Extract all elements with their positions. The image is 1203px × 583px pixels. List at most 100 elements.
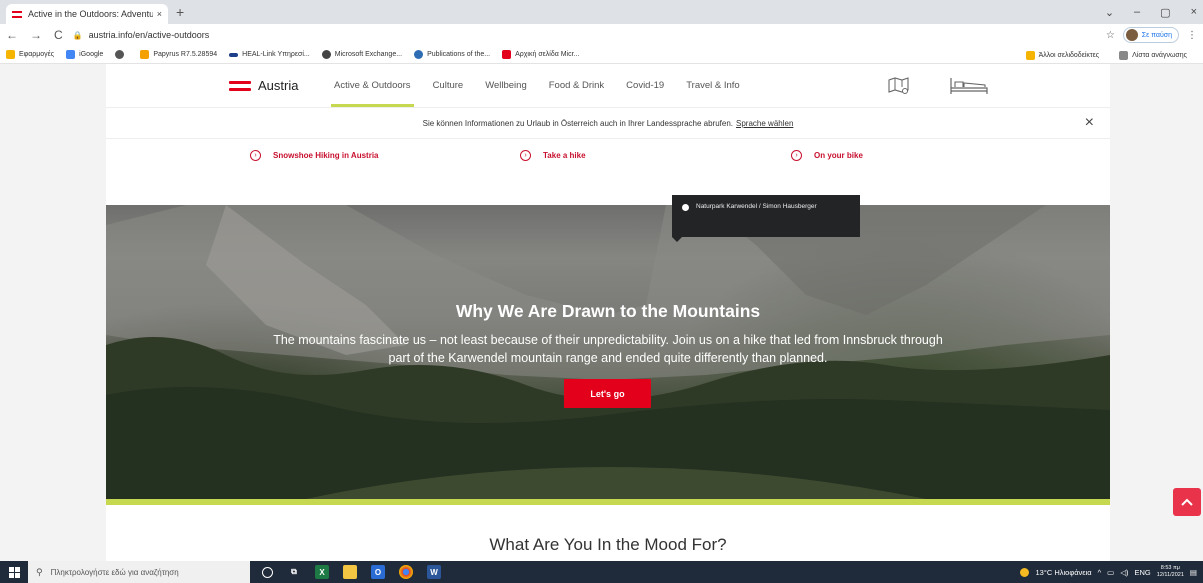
nav-buttons: ← → C [6, 28, 63, 42]
logo-text: Austria [258, 78, 299, 93]
page-content: Austria Active & Outdoors Culture Wellbe… [106, 64, 1110, 561]
heal-link-icon [229, 52, 239, 57]
austria-logo[interactable]: Austria [229, 78, 298, 93]
tab-search-icon[interactable]: ⌄ [1105, 6, 1114, 19]
tab-close-icon[interactable]: × [157, 9, 162, 19]
weather-sun-icon [1020, 567, 1030, 577]
back-arrow-icon[interactable]: ← [6, 28, 18, 42]
clock-time: 8:53 πμ [1160, 565, 1180, 571]
bookmark-star-icon[interactable]: ☆ [1106, 30, 1115, 41]
volume-icon[interactable]: ◁) [1120, 568, 1128, 577]
chrome-app-icon[interactable] [399, 565, 413, 579]
bookmark-igoogle[interactable]: iGoogle [66, 50, 103, 59]
search-icon: ⚲ [36, 566, 43, 577]
globe-icon [321, 50, 331, 59]
bookmark-publications[interactable]: Publications of the... [414, 50, 490, 59]
cortana-icon[interactable] [262, 566, 273, 578]
bookmark-apps[interactable]: Εφαρμογές [6, 50, 54, 59]
lock-icon[interactable]: 🔒 [73, 31, 83, 40]
bookmark-heal-link[interactable]: HEAL-Link Υπηρεσί... [229, 51, 310, 58]
window-controls: ⌄ – ▢ × [1105, 0, 1203, 24]
clock[interactable]: 8:53 πμ 12/11/2021 [1157, 565, 1184, 579]
windows-start-button[interactable] [0, 566, 28, 578]
main-menu: Active & Outdoors Culture Wellbeing Food… [323, 64, 751, 107]
reload-icon[interactable]: C [54, 28, 63, 42]
outlook-app-icon[interactable]: O [371, 565, 385, 579]
chevron-right-icon: › [250, 150, 261, 161]
bed-icon[interactable] [949, 76, 989, 96]
map-icon[interactable] [887, 76, 911, 96]
hero-accent-bar [106, 499, 1110, 505]
search-placeholder: Πληκτρολογήστε εδώ για αναζήτηση [50, 567, 179, 577]
notifications-icon[interactable]: ▤ [1190, 568, 1197, 577]
language-indicator[interactable]: ENG [1135, 568, 1151, 577]
maximize-button[interactable]: ▢ [1160, 6, 1170, 19]
bookmark-globe[interactable] [115, 50, 128, 59]
quick-links: › Snowshoe Hiking in Austria › Take a hi… [106, 139, 1110, 173]
menu-covid-19[interactable]: Covid-19 [626, 64, 664, 107]
url-text[interactable]: austria.info/en/active-outdoors [89, 30, 210, 40]
bookmarks-right: Άλλοι σελιδοδείκτες Λίστα ανάγνωσης [1025, 46, 1203, 63]
publications-icon [414, 50, 424, 59]
office-icon [502, 50, 512, 59]
bookmark-microsoft[interactable]: Αρχική σελίδα Micr... [502, 50, 579, 59]
quick-link-label: Take a hike [543, 151, 586, 160]
avatar [1125, 29, 1138, 41]
quick-link-snowshoe[interactable]: › Snowshoe Hiking in Austria [250, 150, 379, 161]
quick-link-label: Snowshoe Hiking in Austria [273, 151, 379, 160]
minimize-button[interactable]: – [1134, 6, 1140, 18]
bookmarks-bar: Εφαρμογές iGoogle Papyrus R7.5.28594 HEA… [0, 46, 1203, 64]
menu-active-outdoors[interactable]: Active & Outdoors [331, 64, 414, 107]
hero-banner: Why We Are Drawn to the Mountains The mo… [106, 205, 1110, 499]
new-tab-button[interactable]: + [176, 4, 184, 20]
photo-credit-tooltip: Naturpark Karwendel / Simon Hausberger [672, 195, 860, 242]
word-app-icon[interactable]: W [427, 565, 441, 579]
file-explorer-icon[interactable] [343, 565, 357, 579]
address-bar[interactable]: 🔒 austria.info/en/active-outdoors [73, 30, 1106, 40]
globe-icon [115, 50, 125, 59]
photo-credit-text: Naturpark Karwendel / Simon Hausberger [696, 203, 817, 210]
browser-toolbar: ← → C 🔒 austria.info/en/active-outdoors … [0, 24, 1203, 46]
info-dot-icon [682, 204, 689, 211]
quick-link-bike[interactable]: › On your bike [791, 150, 863, 161]
choose-language-link[interactable]: Sprache wählen [736, 119, 793, 128]
menu-food-drink[interactable]: Food & Drink [549, 64, 604, 107]
lets-go-button[interactable]: Let's go [564, 379, 651, 408]
folder-icon [1025, 50, 1035, 60]
profile-button[interactable]: Σε παύση [1122, 27, 1179, 43]
quick-link-label: On your bike [814, 151, 863, 160]
bookmark-exchange[interactable]: Microsoft Exchange... [321, 50, 403, 59]
language-banner-text: Sie können Informationen zu Urlaub in Ös… [422, 118, 734, 128]
menu-wellbeing[interactable]: Wellbeing [485, 64, 527, 107]
bookmark-label: Papyrus R7.5.28594 [153, 51, 218, 58]
weather-text[interactable]: 13°C Ηλιοφάνεια [1035, 568, 1091, 577]
network-icon[interactable]: ▭ [1107, 568, 1114, 577]
quick-link-hike[interactable]: › Take a hike [520, 150, 586, 161]
taskbar-search-input[interactable]: ⚲ Πληκτρολογήστε εδώ για αναζήτηση [28, 561, 250, 583]
clock-date: 12/11/2021 [1156, 572, 1184, 578]
other-bookmarks[interactable]: Άλλοι σελιδοδείκτες [1025, 50, 1099, 60]
bookmark-label: Microsoft Exchange... [334, 51, 403, 58]
apps-grid-icon [6, 50, 15, 59]
chevron-up-icon[interactable]: ^ [1098, 568, 1102, 577]
chevron-right-icon: › [791, 150, 802, 161]
windows-taskbar: ⚲ Πληκτρολογήστε εδώ για αναζήτηση ⧉ X O… [0, 561, 1203, 583]
close-icon[interactable]: × [1085, 114, 1094, 132]
austria-flag-icon [229, 80, 251, 91]
browser-tab[interactable]: Active in the Outdoors: Adventu × [6, 4, 168, 24]
reading-list-icon [1119, 50, 1129, 60]
bookmark-label: iGoogle [79, 51, 104, 58]
close-window-button[interactable]: × [1191, 6, 1197, 18]
scroll-to-top-button[interactable] [1173, 488, 1201, 516]
menu-travel-info[interactable]: Travel & Info [686, 64, 740, 107]
menu-kebab-icon[interactable]: ⋮ [1187, 30, 1197, 41]
austria-favicon-icon [12, 10, 22, 18]
forward-arrow-icon[interactable]: → [30, 28, 42, 42]
menu-culture[interactable]: Culture [433, 64, 464, 107]
task-view-icon[interactable]: ⧉ [287, 565, 301, 579]
language-banner: Sie können Informationen zu Urlaub in Ös… [106, 107, 1110, 139]
bookmark-label: Publications of the... [427, 51, 491, 58]
reading-list[interactable]: Λίστα ανάγνωσης [1119, 50, 1187, 60]
bookmark-papyrus[interactable]: Papyrus R7.5.28594 [140, 50, 217, 59]
excel-app-icon[interactable]: X [315, 565, 329, 579]
